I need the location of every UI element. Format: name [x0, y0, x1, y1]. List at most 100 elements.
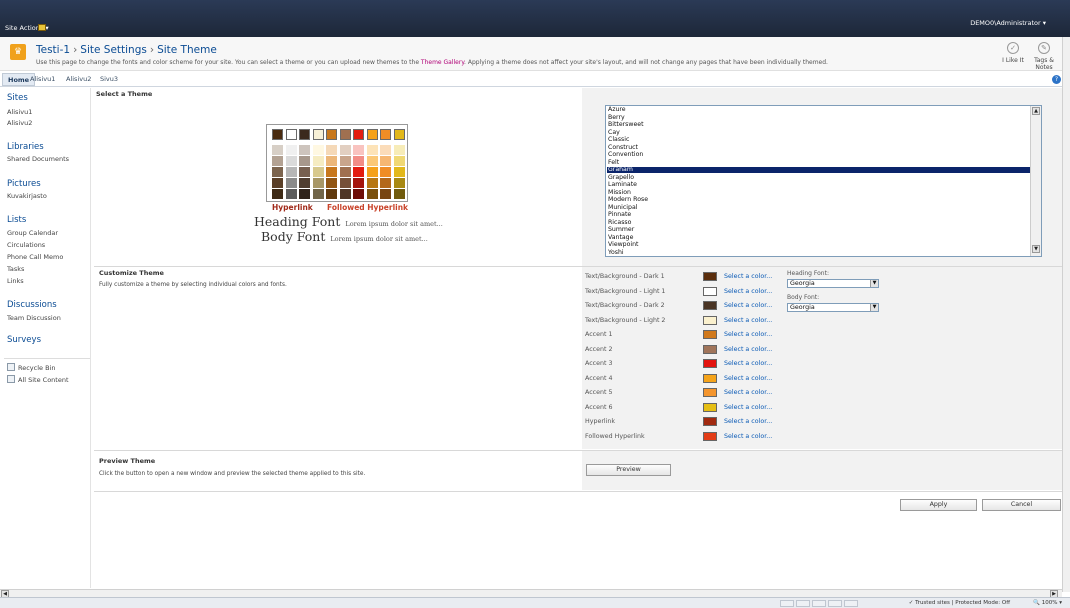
- theme-option[interactable]: Bittersweet: [607, 121, 1032, 128]
- palette-shade-swatch: [285, 189, 297, 199]
- color-chip[interactable]: [703, 388, 717, 397]
- tags-notes-button[interactable]: ✎ Tags & Notes: [1032, 42, 1056, 71]
- body-font-select[interactable]: Georgia ▼: [787, 303, 879, 312]
- help-icon[interactable]: ?: [1052, 75, 1061, 84]
- ql-item-shared-documents[interactable]: Shared Documents: [7, 155, 69, 163]
- theme-gallery-link[interactable]: Theme Gallery: [421, 59, 464, 66]
- theme-option[interactable]: Felt: [607, 159, 1032, 166]
- theme-listbox[interactable]: Azure Berry Bittersweet Cay Classic Construct…: [605, 105, 1042, 257]
- theme-option[interactable]: Berry: [607, 114, 1032, 121]
- breadcrumb-site-settings[interactable]: Site Settings: [80, 44, 147, 56]
- color-chip[interactable]: [703, 315, 717, 325]
- color-chip[interactable]: [703, 330, 717, 339]
- color-chip[interactable]: [703, 286, 717, 296]
- select-color-link[interactable]: Select a color...: [724, 375, 772, 382]
- ql-heading-libraries[interactable]: Libraries: [7, 142, 44, 152]
- select-color-link[interactable]: Select a color...: [724, 404, 772, 411]
- select-color-link[interactable]: Select a color...: [724, 360, 772, 367]
- color-chip[interactable]: [703, 359, 717, 368]
- ql-item-recycle-bin[interactable]: Recycle Bin: [7, 363, 55, 372]
- theme-option[interactable]: Graham: [607, 166, 1032, 173]
- site-logo-icon[interactable]: ♛: [10, 44, 26, 60]
- ql-item-team-discussion[interactable]: Team Discussion: [7, 314, 61, 322]
- select-color-link[interactable]: Select a color...: [724, 288, 772, 295]
- theme-option[interactable]: Classic: [607, 136, 1032, 143]
- theme-option[interactable]: Construct: [607, 144, 1032, 151]
- theme-option[interactable]: Mission: [607, 189, 1032, 196]
- theme-option[interactable]: Pinnate: [607, 211, 1032, 218]
- ql-item-group-calendar[interactable]: Group Calendar: [7, 229, 58, 237]
- select-color-link[interactable]: Select a color...: [724, 433, 772, 440]
- ql-heading-surveys[interactable]: Surveys: [7, 335, 41, 345]
- user-menu[interactable]: DEMO0\Administrator ▾: [970, 19, 1046, 27]
- description-text: . Applying a theme does not affect your …: [464, 59, 828, 66]
- heading-lorem-text: Lorem ipsum dolor sit amet...: [345, 220, 443, 228]
- palette-swatch: [285, 129, 297, 140]
- theme-option[interactable]: Convention: [607, 151, 1032, 158]
- select-color-link[interactable]: Select a color...: [724, 389, 772, 396]
- theme-option[interactable]: Yoshi: [607, 249, 1032, 256]
- palette-shade-swatch: [326, 189, 337, 199]
- body-font-label: Body Font:: [787, 294, 820, 301]
- ql-item-circulations[interactable]: Circulations: [7, 241, 45, 249]
- theme-option[interactable]: Cay: [607, 129, 1032, 136]
- select-color-link[interactable]: Select a color...: [724, 317, 772, 324]
- page-vertical-scrollbar[interactable]: [1062, 37, 1070, 592]
- theme-option[interactable]: Ricasso: [607, 219, 1032, 226]
- i-like-it-button[interactable]: ✓ I Like It: [1000, 42, 1026, 64]
- ql-item-links[interactable]: Links: [7, 277, 24, 285]
- zoom-control[interactable]: 🔍 100% ▾: [1033, 600, 1062, 606]
- nav-tab-sivu3[interactable]: Sivu3: [100, 75, 118, 83]
- ql-item-phone-call-memo[interactable]: Phone Call Memo: [7, 253, 63, 261]
- palette-swatch: [272, 129, 283, 140]
- theme-palette-preview: [266, 124, 408, 202]
- ql-item-alisivu2[interactable]: Alisivu2: [7, 119, 32, 127]
- ql-item-tasks[interactable]: Tasks: [7, 265, 24, 273]
- color-chip[interactable]: [703, 344, 717, 354]
- cancel-button[interactable]: Cancel: [982, 499, 1061, 511]
- theme-option[interactable]: Grapello: [607, 174, 1032, 181]
- theme-option[interactable]: Municipal: [607, 204, 1032, 211]
- page-horizontal-scrollbar[interactable]: ◀ ▶: [0, 589, 1062, 598]
- ql-item-kuvakirjasto[interactable]: Kuvakirjasto: [7, 192, 47, 200]
- status-cell: [812, 600, 826, 607]
- select-color-link[interactable]: Select a color...: [724, 331, 772, 338]
- scroll-up-icon[interactable]: ▲: [1032, 107, 1040, 115]
- select-color-link[interactable]: Select a color...: [724, 418, 772, 425]
- ql-heading-lists[interactable]: Lists: [7, 215, 26, 225]
- color-chip[interactable]: [703, 373, 717, 383]
- theme-list-scrollbar[interactable]: ▲ ▼: [1030, 106, 1041, 256]
- breadcrumb-site[interactable]: Testi-1: [36, 44, 70, 56]
- color-chip[interactable]: [703, 301, 717, 310]
- customize-theme-title: Customize Theme: [99, 269, 164, 277]
- select-color-link[interactable]: Select a color...: [724, 273, 772, 280]
- preview-button[interactable]: Preview: [586, 464, 671, 476]
- ql-heading-discussions[interactable]: Discussions: [7, 300, 57, 310]
- scroll-down-icon[interactable]: ▼: [1032, 245, 1040, 253]
- theme-option[interactable]: Laminate: [607, 181, 1032, 188]
- nav-tab-alisivu2[interactable]: Alisivu2: [66, 75, 91, 83]
- palette-shade-swatch: [272, 145, 283, 155]
- heading-font-select[interactable]: Georgia ▼: [787, 279, 879, 288]
- nav-tab-alisivu1[interactable]: Alisivu1: [30, 75, 55, 83]
- color-chip[interactable]: [703, 431, 717, 441]
- edit-page-icon[interactable]: [38, 24, 46, 31]
- color-chip[interactable]: [703, 402, 717, 412]
- theme-option[interactable]: Vantage: [607, 234, 1032, 241]
- ql-item-all-site-content[interactable]: All Site Content: [7, 375, 69, 384]
- ql-recycle-bin-label: Recycle Bin: [18, 364, 56, 372]
- select-color-link[interactable]: Select a color...: [724, 302, 772, 309]
- ql-heading-sites[interactable]: Sites: [7, 93, 28, 103]
- select-color-link[interactable]: Select a color...: [724, 346, 772, 353]
- palette-shade-swatch: [380, 178, 391, 188]
- color-chip[interactable]: [703, 417, 717, 426]
- theme-option[interactable]: Viewpoint: [607, 241, 1032, 248]
- preview-heading-font: Heading Font Lorem ipsum dolor sit amet..…: [254, 214, 443, 229]
- ql-heading-pictures[interactable]: Pictures: [7, 179, 41, 189]
- theme-option[interactable]: Azure: [607, 106, 1032, 113]
- color-chip[interactable]: [703, 272, 717, 281]
- theme-option[interactable]: Modern Rose: [607, 196, 1032, 203]
- apply-button[interactable]: Apply: [900, 499, 977, 511]
- ql-item-alisivu1[interactable]: Alisivu1: [7, 108, 32, 116]
- theme-option[interactable]: Summer: [607, 226, 1032, 233]
